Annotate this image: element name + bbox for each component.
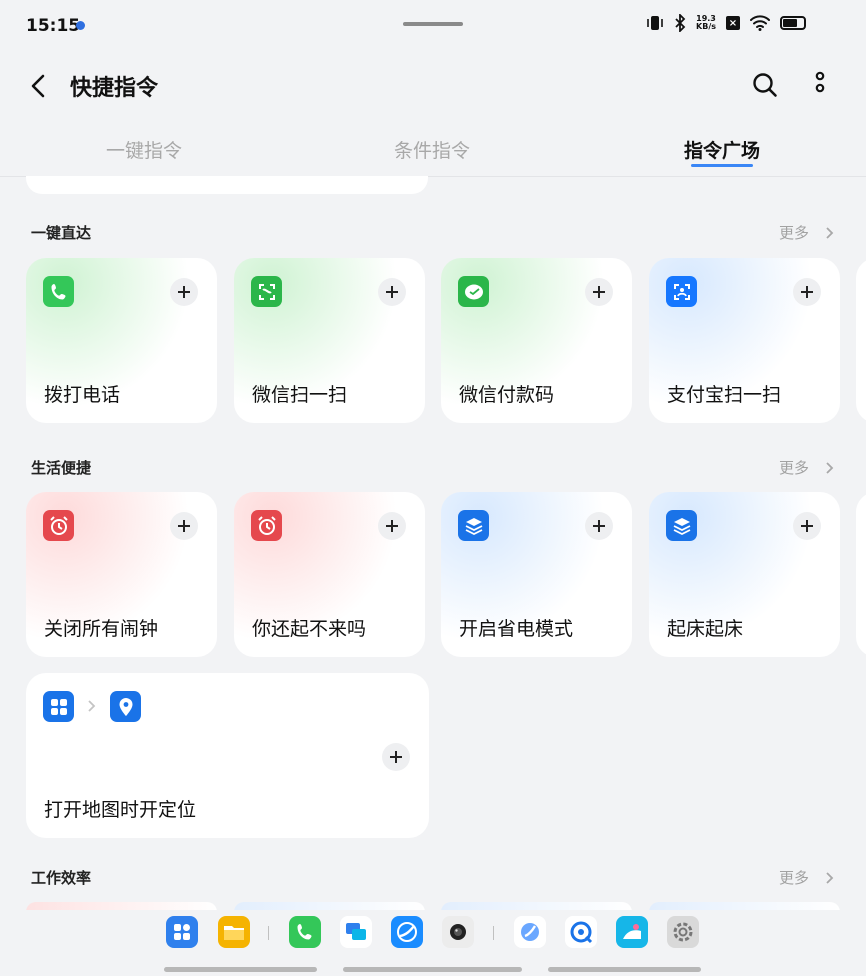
card-label: 微信扫一扫 (252, 384, 348, 406)
wechat-pay-icon (458, 276, 489, 307)
card-label: 微信付款码 (459, 384, 555, 406)
status-time: 15:15 (26, 16, 81, 36)
gallery-icon[interactable] (616, 916, 648, 948)
tab-conditional[interactable]: 条件指令 (394, 136, 470, 163)
section-title-work: 工作效率 (31, 869, 92, 887)
phone-app-icon[interactable] (289, 916, 321, 948)
search-icon[interactable] (752, 72, 778, 98)
add-icon[interactable] (382, 743, 410, 771)
card-label: 打开地图时开定位 (44, 799, 197, 821)
card-label: 支付宝扫一扫 (667, 384, 782, 406)
network-speed-unit: KB/s (696, 22, 716, 31)
add-icon[interactable] (793, 512, 821, 540)
add-icon[interactable] (378, 278, 406, 306)
shortcut-card-cant-wake[interactable]: 你还起不来吗 (234, 492, 425, 657)
scan-icon (251, 276, 282, 307)
scrolled-card-bottom (26, 176, 428, 194)
nav-bar-segment[interactable] (343, 967, 522, 972)
shortcut-card-wechat-scan[interactable]: 微信扫一扫 (234, 258, 425, 423)
browser-icon[interactable] (391, 916, 423, 948)
taskbar-dock (0, 910, 866, 976)
shortcut-card-map-location[interactable]: 打开地图时开定位 (26, 673, 429, 838)
notification-dot-icon (76, 21, 85, 30)
add-icon[interactable] (170, 512, 198, 540)
shortcut-card-get-up[interactable]: 起床起床 (649, 492, 840, 657)
tab-bar: 一键指令 条件指令 指令广场 (0, 128, 866, 176)
more-options-icon[interactable] (810, 70, 830, 100)
shortcut-card-call[interactable]: 拨打电话 (26, 258, 217, 423)
network-speed: 19.3 KB/s (696, 15, 716, 31)
camera-icon[interactable] (442, 916, 474, 948)
app-header: 快捷指令 (0, 56, 866, 116)
vibrate-icon (647, 16, 663, 30)
section-title-direct: 一键直达 (31, 224, 92, 242)
card-label: 拨打电话 (44, 384, 121, 406)
apps-grid-icon (43, 691, 74, 722)
shortcut-card-close-alarms[interactable]: 关闭所有闹钟 (26, 492, 217, 657)
page-title: 快捷指令 (70, 76, 159, 101)
section-title-life: 生活便捷 (31, 459, 92, 477)
phone-icon (43, 276, 74, 307)
add-icon[interactable] (585, 278, 613, 306)
shortcut-card-wechat-pay[interactable]: 微信付款码 (441, 258, 632, 423)
chevron-right-icon[interactable] (824, 461, 834, 475)
location-pin-icon (110, 691, 141, 722)
assistant-icon[interactable] (514, 916, 546, 948)
qq-browser-icon[interactable] (565, 916, 597, 948)
battery-icon (780, 16, 806, 30)
layers-icon (666, 510, 697, 541)
add-icon[interactable] (793, 278, 821, 306)
dock-separator (268, 926, 269, 940)
add-icon[interactable] (378, 512, 406, 540)
alarm-icon (251, 510, 282, 541)
dock-separator (493, 926, 494, 940)
card-label: 关闭所有闹钟 (44, 618, 159, 640)
section-more-work[interactable]: 更多 (779, 867, 809, 888)
nav-bar-segment[interactable] (164, 967, 317, 972)
card-label: 你还起不来吗 (252, 618, 367, 640)
status-bar: 15:15 19.3 KB/s × (0, 0, 866, 52)
add-icon[interactable] (585, 512, 613, 540)
bluetooth-icon (675, 14, 686, 32)
wifi-icon (750, 15, 770, 31)
app-drawer-icon[interactable] (166, 916, 198, 948)
section-more-direct[interactable]: 更多 (779, 222, 809, 243)
add-icon[interactable] (170, 278, 198, 306)
card-label: 起床起床 (667, 618, 744, 640)
layers-icon (458, 510, 489, 541)
shortcut-card-power-saving[interactable]: 开启省电模式 (441, 492, 632, 657)
card-label: 开启省电模式 (459, 618, 574, 640)
chevron-right-icon (88, 700, 96, 712)
next-card-peek[interactable] (856, 258, 866, 423)
tab-command-square[interactable]: 指令广场 (684, 136, 760, 163)
window-handle[interactable] (403, 22, 463, 26)
tab-one-key[interactable]: 一键指令 (106, 136, 182, 163)
tab-active-indicator (691, 164, 753, 167)
nav-bar-segment[interactable] (548, 967, 701, 972)
alarm-icon (43, 510, 74, 541)
chevron-right-icon[interactable] (824, 226, 834, 240)
shortcut-card-alipay-scan[interactable]: 支付宝扫一扫 (649, 258, 840, 423)
alipay-scan-icon (666, 276, 697, 307)
messages-icon[interactable] (340, 916, 372, 948)
status-icons: 19.3 KB/s × (646, 14, 806, 32)
next-card-peek[interactable] (856, 492, 866, 657)
chevron-right-icon[interactable] (824, 871, 834, 885)
sim-off-icon: × (726, 16, 740, 30)
back-arrow-icon[interactable] (28, 72, 50, 100)
section-more-life[interactable]: 更多 (779, 457, 809, 478)
settings-icon[interactable] (667, 916, 699, 948)
files-icon[interactable] (218, 916, 250, 948)
